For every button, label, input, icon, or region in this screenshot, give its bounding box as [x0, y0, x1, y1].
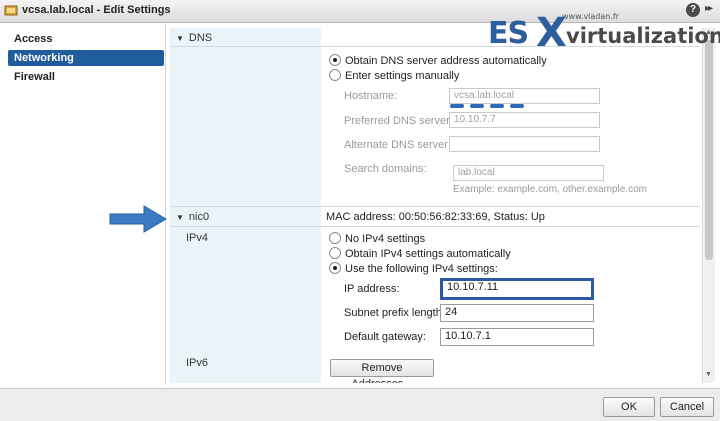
ipv4-radio-static[interactable]: Use the following IPv4 settings: [329, 262, 498, 276]
ip-address-label: IP address: [344, 283, 400, 295]
nav-item-access[interactable]: Access [8, 31, 164, 47]
radio-button[interactable] [329, 69, 341, 81]
dns-section-label: DNS [188, 32, 213, 44]
ipv4-radio-none-label: No IPv4 settings [345, 233, 426, 245]
hostname-label: Hostname: [344, 90, 398, 102]
ipv4-radio-auto-label: Obtain IPv4 settings automatically [345, 248, 511, 260]
radio-button[interactable] [329, 232, 341, 244]
caret-down-icon: ▼ [176, 34, 184, 43]
nic0-section-header[interactable]: ▼ nic0 [176, 211, 209, 223]
vm-settings-icon [4, 5, 18, 16]
nic0-section-label: nic0 [188, 211, 210, 223]
default-gateway-field[interactable]: 10.10.7.1 [440, 328, 594, 346]
logo-es-text: ES [488, 16, 529, 51]
dialog-footer: OK Cancel [0, 388, 720, 421]
dns-radio-manual-label: Enter settings manually [345, 70, 460, 82]
pointer-arrow-icon [109, 205, 167, 233]
logo-x-text: X [536, 10, 567, 56]
preferred-dns-label: Preferred DNS server: [344, 115, 453, 127]
settings-panel: ▼ DNS Obtain DNS server address automatic… [170, 28, 700, 383]
ipv6-label: IPv6 [186, 357, 209, 369]
alternate-dns-label: Alternate DNS server: [344, 139, 451, 151]
window-title: vcsa.lab.local - Edit Settings [22, 4, 171, 16]
mac-status: MAC address: 00:50:56:82:33:69, Status: … [326, 211, 545, 223]
caret-down-icon: ▼ [176, 213, 184, 222]
ipv4-label: IPv4 [186, 232, 209, 244]
dns-radio-auto-label: Obtain DNS server address automatically [345, 55, 547, 67]
ok-button[interactable]: OK [603, 397, 655, 417]
radio-button[interactable] [329, 247, 341, 259]
alternate-dns-field[interactable] [449, 136, 600, 152]
remove-addresses-button[interactable]: Remove Addresses... [330, 359, 434, 383]
search-domains-hint: Example: example.com, other.example.com [453, 184, 647, 195]
preferred-dns-field[interactable]: 10.10.7.7 [449, 112, 600, 128]
subnet-prefix-field[interactable]: 24 [440, 304, 594, 322]
logo-site-text: www.vladan.fr [562, 12, 619, 21]
ipv4-radio-static-label: Use the following IPv4 settings: [345, 263, 498, 275]
radio-button[interactable] [329, 262, 341, 274]
subnet-prefix-label: Subnet prefix length: [344, 307, 445, 319]
default-gateway-label: Default gateway: [344, 331, 426, 343]
search-domains-field[interactable]: lab.local [453, 165, 604, 181]
ipv4-radio-none[interactable]: No IPv4 settings [329, 232, 425, 246]
dns-radio-manual[interactable]: Enter settings manually [329, 69, 459, 83]
radio-button[interactable] [329, 54, 341, 66]
nav-item-firewall[interactable]: Firewall [8, 69, 164, 85]
esx-virtualization-logo: www.vladan.fr ES X virtualization [488, 10, 720, 56]
nav-item-networking[interactable]: Networking [8, 50, 164, 66]
vertical-scrollbar[interactable]: ▲ ▼ [702, 28, 715, 383]
dns-section-header[interactable]: ▼ DNS [176, 32, 212, 44]
scroll-thumb[interactable] [705, 40, 713, 260]
ipv4-radio-auto[interactable]: Obtain IPv4 settings automatically [329, 247, 511, 261]
divider [170, 206, 700, 207]
dns-radio-auto[interactable]: Obtain DNS server address automatically [329, 54, 547, 68]
ip-address-field[interactable]: 10.10.7.11 [440, 278, 594, 300]
logo-virtualization-text: virtualization [566, 24, 720, 48]
hostname-highlight-dashes [450, 104, 528, 109]
cancel-button[interactable]: Cancel [660, 397, 714, 417]
divider [170, 226, 700, 227]
scroll-down-icon[interactable]: ▼ [705, 371, 712, 378]
search-domains-label: Search domains: [344, 163, 427, 175]
hostname-field[interactable]: vcsa.lab.local [449, 88, 600, 104]
